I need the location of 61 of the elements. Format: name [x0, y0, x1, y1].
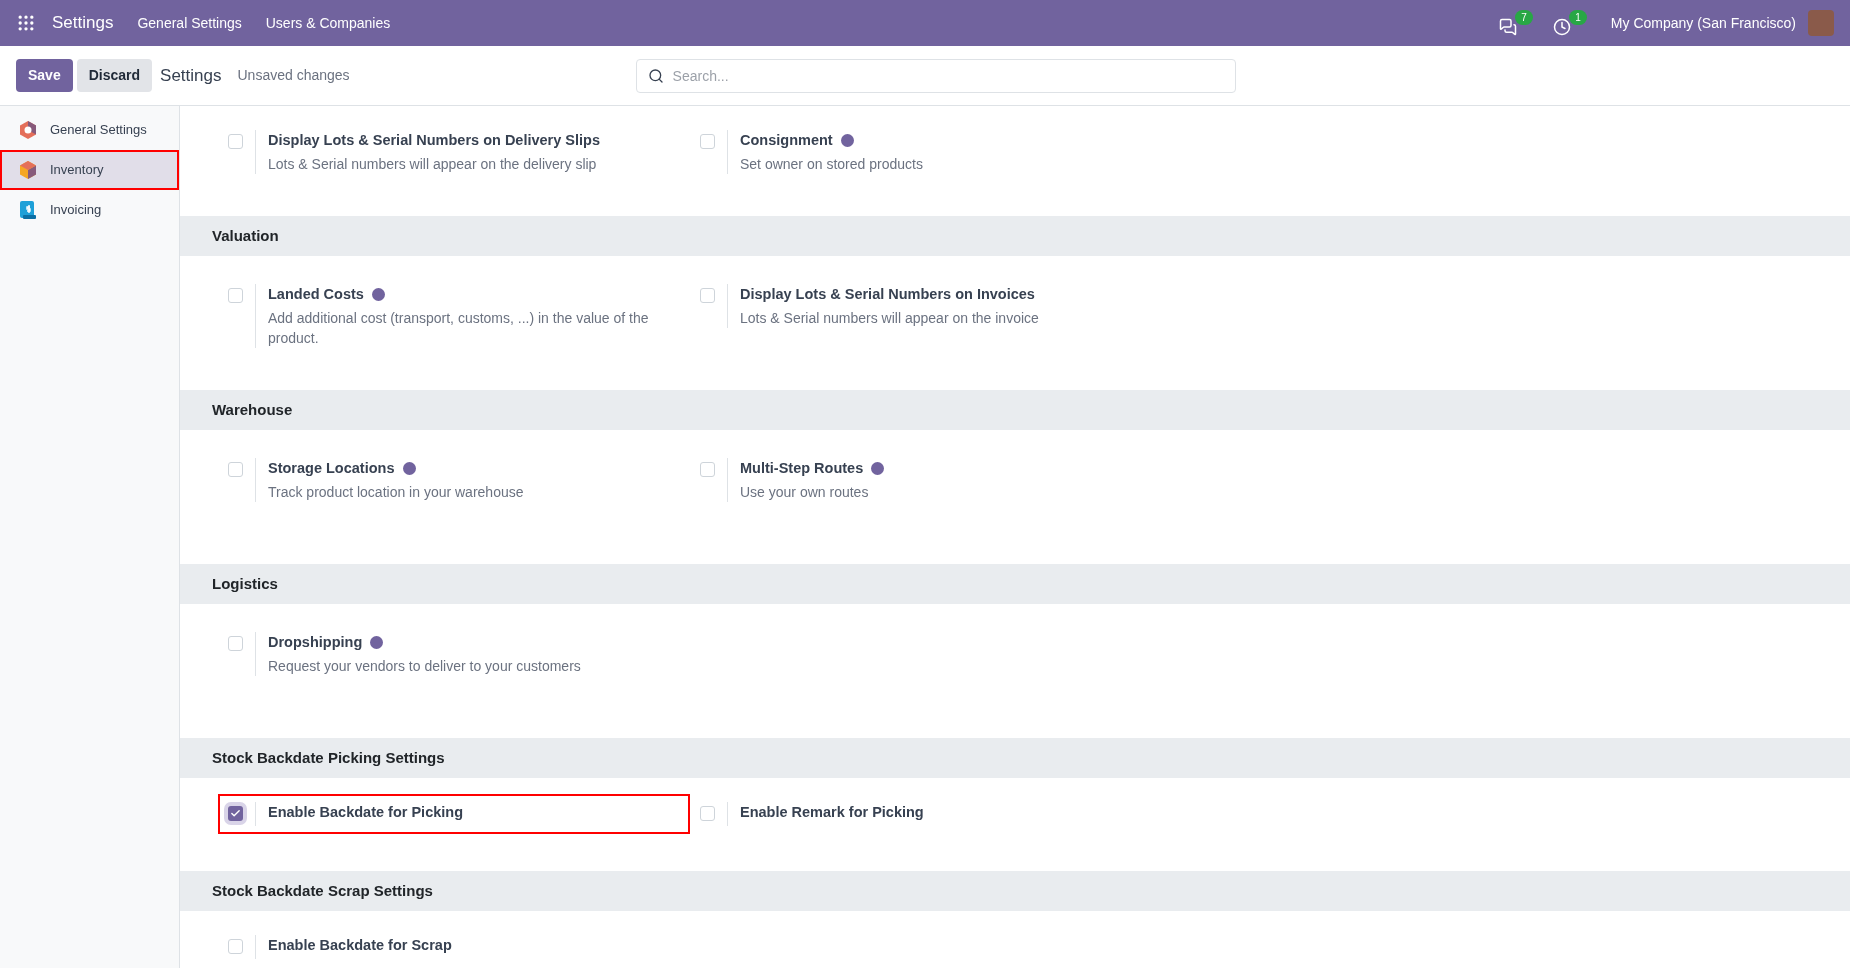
- setting-description: Track product location in your warehouse: [268, 482, 524, 502]
- sidebar-item[interactable]: General Settings: [0, 110, 179, 150]
- checkbox[interactable]: [228, 636, 243, 651]
- count-badge: 7: [1515, 10, 1533, 25]
- setting-title: Enable Backdate for Scrap: [268, 936, 452, 955]
- company-name[interactable]: My Company (San Francisco): [1610, 12, 1796, 34]
- section-header: Logistics: [180, 564, 1850, 604]
- check-icon: [230, 808, 241, 819]
- section-header: Stock Backdate Picking Settings: [180, 738, 1850, 778]
- checkbox[interactable]: [700, 462, 715, 477]
- save-button[interactable]: Save: [16, 59, 73, 92]
- avatar[interactable]: [1808, 10, 1834, 36]
- cube-icon: [18, 160, 38, 180]
- setting-title: Landed Costs: [268, 285, 364, 304]
- setting-title: Enable Remark for Picking: [740, 803, 924, 822]
- discard-button[interactable]: Discard: [76, 59, 153, 92]
- help-icon: [370, 636, 384, 650]
- section-header: Warehouse: [180, 390, 1850, 430]
- setting-description: Lots & Serial numbers will appear on the delivery slip: [268, 154, 598, 174]
- page-title: Settings: [160, 64, 222, 87]
- setting-title: Dropshipping: [268, 633, 363, 652]
- sidebar-item[interactable]: Inventory: [0, 150, 179, 190]
- setting-title: Multi-Step Routes: [740, 459, 864, 478]
- count-badge: 1: [1569, 10, 1587, 25]
- setting-description: Add additional cost (transport, customs, ...) in the value of the product.: [268, 308, 650, 348]
- setting-title: Display Lots & Serial Numbers on Invoices: [740, 285, 1035, 304]
- section-header: Valuation: [180, 216, 1850, 256]
- setting-description: Use your own routes: [740, 482, 870, 502]
- help-icon: [871, 462, 885, 476]
- menu-item[interactable]: Users & Companies: [265, 12, 391, 34]
- apps-menu-icon[interactable]: [16, 13, 36, 33]
- checkbox[interactable]: [228, 462, 243, 477]
- setting-description: Lots & Serial numbers will appear on the invoice: [740, 308, 1039, 328]
- chat-bubbles-icon: [1498, 18, 1517, 36]
- help-icon: [840, 134, 854, 148]
- setting-title: Consignment: [740, 131, 833, 150]
- menu-item[interactable]: General Settings: [137, 12, 242, 34]
- search-field[interactable]: Search...: [635, 58, 1236, 93]
- checkbox[interactable]: [228, 939, 243, 954]
- checkbox[interactable]: [700, 134, 715, 149]
- activities-button[interactable]: 1: [1552, 10, 1587, 36]
- setting-title: Display Lots & Serial Numbers on Delivery Slips: [268, 131, 600, 150]
- help-icon: [371, 288, 385, 302]
- setting-description: Set owner on stored products: [740, 154, 923, 174]
- checkbox[interactable]: [700, 288, 715, 303]
- search-icon: [647, 67, 664, 84]
- sidebar-item[interactable]: Invoicing: [0, 190, 179, 230]
- checkbox[interactable]: [700, 806, 715, 821]
- checkbox[interactable]: [228, 288, 243, 303]
- setting-title: Storage Locations: [268, 459, 395, 478]
- app-title[interactable]: Settings: [52, 10, 114, 36]
- hexagon-logo-icon: [18, 120, 38, 140]
- invoice-icon: [18, 200, 38, 220]
- checkbox[interactable]: [228, 134, 243, 149]
- unsaved-status: Unsaved changes: [237, 66, 350, 85]
- messages-button[interactable]: 7: [1498, 10, 1533, 36]
- help-icon: [402, 462, 416, 476]
- setting-description: Request your vendors to deliver to your customers: [268, 656, 581, 676]
- clock-icon: [1552, 18, 1571, 36]
- section-header: Stock Backdate Scrap Settings: [180, 871, 1850, 911]
- setting-title: Enable Backdate for Picking: [268, 803, 463, 822]
